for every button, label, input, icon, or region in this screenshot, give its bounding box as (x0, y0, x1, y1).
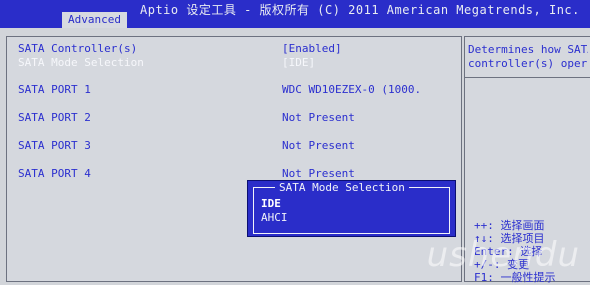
setting-value-sata-mode[interactable]: [IDE] (282, 57, 315, 69)
setting-value-port4: Not Present (282, 167, 355, 180)
sata-mode-popup[interactable]: SATA Mode Selection IDE AHCI (247, 180, 456, 237)
setting-value-port1: WDC WD10EZEX-0 (1000. (282, 83, 422, 96)
help-divider (464, 77, 590, 78)
popup-option-ahci[interactable]: AHCI (261, 211, 288, 224)
popup-option-ide[interactable]: IDE (261, 197, 281, 210)
setting-value-port3: Not Present (282, 139, 355, 152)
settings-panel (6, 36, 462, 282)
top-bar: Aptio 设定工具 - 版权所有 (C) 2011 American Mega… (0, 0, 590, 28)
setting-label-port3: SATA PORT 3 (18, 139, 91, 152)
setting-value-sata-controllers[interactable]: [Enabled] (282, 43, 342, 55)
tab-advanced[interactable]: Advanced (62, 12, 127, 28)
setting-label-sata-mode[interactable]: SATA Mode Selection (18, 57, 144, 69)
watermark-logo: ushendu (426, 235, 580, 275)
setting-label-port2: SATA PORT 2 (18, 111, 91, 124)
popup-title: SATA Mode Selection (275, 181, 409, 195)
help-text: Determines how SATA controller(s) oper (468, 43, 588, 70)
setting-value-port2: Not Present (282, 111, 355, 124)
setting-label-port1: SATA PORT 1 (18, 83, 91, 96)
setting-label-sata-controllers[interactable]: SATA Controller(s) (18, 43, 137, 55)
setting-label-port4: SATA PORT 4 (18, 167, 91, 180)
bios-title: Aptio 设定工具 - 版权所有 (C) 2011 American Mega… (140, 3, 580, 17)
